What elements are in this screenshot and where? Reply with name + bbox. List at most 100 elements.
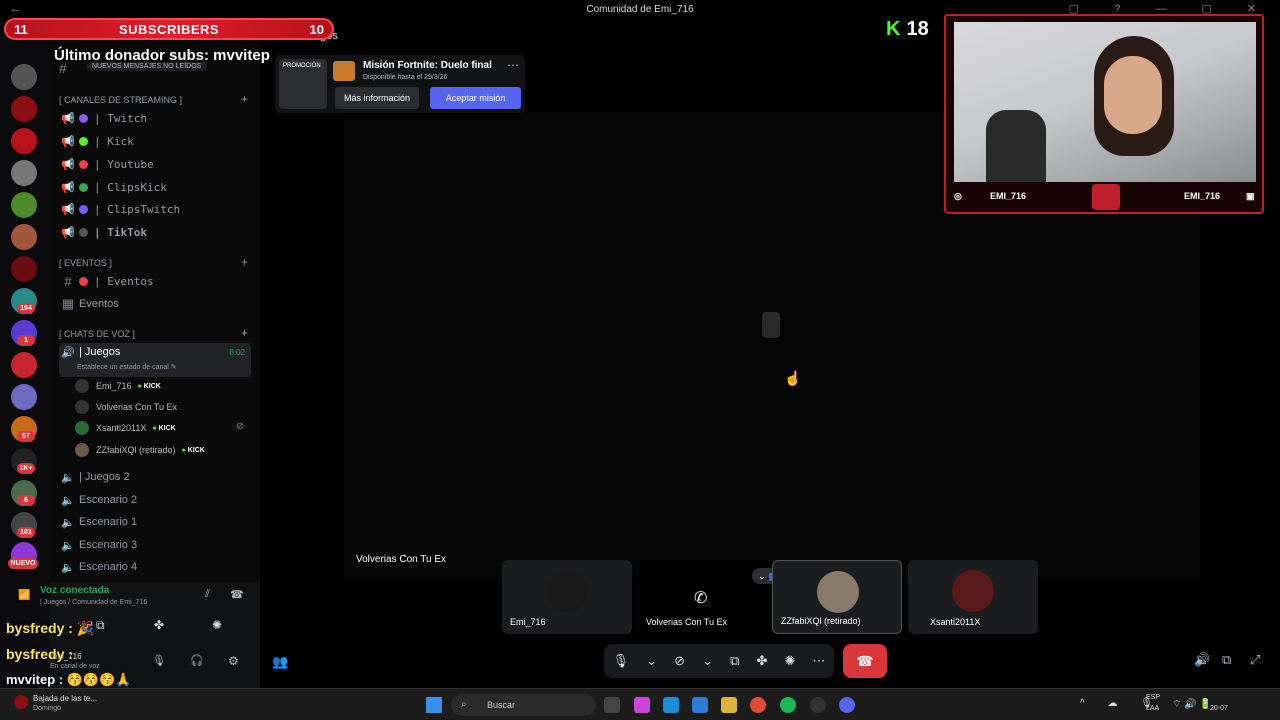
server-icon[interactable]: [11, 64, 37, 90]
more-options-icon[interactable]: ⋯: [507, 58, 519, 72]
mic-icon[interactable]: 🎙: [152, 654, 166, 667]
voice-channel-escenario-4[interactable]: 🔈 Escenario 4: [59, 557, 251, 577]
channel-status[interactable]: Establece un estado de canal ✎: [77, 363, 177, 371]
channel-logo: [1092, 184, 1120, 210]
camera-off-icon[interactable]: ⊘: [674, 653, 685, 669]
chair: [986, 110, 1046, 184]
wifi-volume-icons[interactable]: ⌔ 🔊 🔋: [1172, 698, 1212, 711]
popout-icon[interactable]: ⧉: [1222, 652, 1231, 668]
channel-youtube[interactable]: 📢 | Youtube: [59, 154, 251, 174]
server-icon[interactable]: [11, 96, 37, 122]
server-icon[interactable]: [11, 352, 37, 378]
discord-icon[interactable]: [839, 697, 855, 713]
signal-icon[interactable]: 📶: [18, 590, 30, 601]
server-icon[interactable]: [11, 128, 37, 154]
voice-location[interactable]: | Juegos / Comunidad de Emi_716: [40, 599, 147, 606]
voice-channel-escenario-3[interactable]: 🔈 Escenario 3: [59, 535, 251, 555]
megaphone-icon: 📢: [61, 158, 75, 171]
category-voz[interactable]: [ CHATS DE VOZ ]: [59, 329, 135, 339]
more-info-button[interactable]: Más información: [335, 87, 419, 109]
megaphone-icon: 📢: [61, 181, 75, 194]
category-streaming[interactable]: [ CANALES DE STREAMING ]: [59, 95, 182, 105]
voice-channel-juegos-2[interactable]: 🔈 | Juegos 2: [59, 467, 251, 487]
language-indicator[interactable]: ESP: [1146, 694, 1160, 701]
chrome-icon[interactable]: [750, 697, 766, 713]
speaker-icon: 🔈: [61, 494, 75, 507]
soundboard-icon[interactable]: ✺: [784, 653, 795, 669]
participant-tile[interactable]: Emi_716: [502, 560, 632, 634]
channel-eventos[interactable]: # | Eventos: [59, 271, 251, 291]
voice-channel-escenario-2[interactable]: 🔈 Escenario 2: [59, 490, 251, 510]
add-channel-icon[interactable]: +: [241, 92, 248, 106]
server-icon[interactable]: [11, 256, 37, 282]
clock-date[interactable]: 20-07: [1210, 705, 1228, 712]
screen-share-icon[interactable]: ⧉: [96, 618, 105, 633]
fullscreen-icon[interactable]: ⤢: [1250, 652, 1260, 668]
spotify-icon[interactable]: [780, 697, 796, 713]
megaphone-icon: 📢: [61, 226, 75, 239]
channel-clipskick[interactable]: 📢 | ClipsKick: [59, 177, 251, 197]
volume-icon[interactable]: 🔊: [1194, 652, 1210, 668]
disconnect-icon[interactable]: ☎: [230, 588, 244, 601]
voice-member[interactable]: Emi_716 ● KICK: [75, 377, 161, 395]
chevron-down-icon[interactable]: ⌄: [702, 653, 713, 669]
voice-member[interactable]: Volverias Con Tu Ex: [75, 398, 177, 416]
participant-tile[interactable]: Xsanti2011X: [908, 560, 1038, 634]
more-icon[interactable]: ⋯: [812, 653, 825, 669]
channel-clipstwitch[interactable]: 📢 | ClipsTwitch: [59, 199, 251, 219]
channel-tiktok[interactable]: 📢 | TikTok: [59, 222, 251, 242]
participant-tile[interactable]: ZZfabiXQl (retirado): [772, 560, 902, 634]
server-badge: 6: [17, 495, 35, 506]
server-icon[interactable]: [11, 384, 37, 410]
soundboard-icon[interactable]: ✺: [212, 618, 222, 632]
voice-member[interactable]: Xsanti2011X ● KICK: [75, 419, 176, 437]
copilot-icon[interactable]: [634, 697, 650, 713]
megaphone-icon: 📢: [61, 203, 75, 216]
chat-icon: ▣: [1246, 191, 1255, 201]
events-link[interactable]: ▦ Eventos: [59, 294, 251, 314]
settings-gear-icon[interactable]: ⚙: [228, 654, 239, 668]
headphones-icon[interactable]: 🎧: [190, 654, 204, 667]
twitch-icon: [79, 113, 88, 123]
voice-member[interactable]: ZZfabiXQl (retirado) ● KICK: [75, 441, 205, 459]
new-messages-banner[interactable]: NUEVOS MENSAJES NO LEÍDOS: [86, 62, 208, 71]
store-icon[interactable]: [692, 697, 708, 713]
cam-handle-left: EMI_716: [990, 191, 1027, 201]
participant-tile[interactable]: ✆ Volverias Con Tu Ex: [638, 560, 768, 634]
accept-quest-button[interactable]: Aceptar misión: [430, 87, 521, 109]
clips-icon: [79, 182, 88, 192]
voice-channel-juegos[interactable]: 🔊 | Juegos 8:02 Establece un estado de c…: [59, 343, 251, 377]
file-explorer-icon[interactable]: [721, 697, 737, 713]
noise-suppression-icon[interactable]: ⫽: [205, 588, 210, 601]
activities-icon[interactable]: ✤: [756, 653, 767, 669]
add-channel-icon[interactable]: +: [241, 255, 248, 269]
channel-twitch[interactable]: 📢 | Twitch: [59, 108, 251, 128]
add-channel-icon[interactable]: +: [241, 326, 248, 340]
activities-icon[interactable]: ✤: [154, 618, 164, 632]
screen-share-icon[interactable]: ⧉: [730, 653, 739, 669]
server-icon[interactable]: [11, 192, 37, 218]
voice-channel-escenario-1[interactable]: 🔈 Escenario 1: [59, 512, 251, 532]
clips-icon: [79, 204, 88, 214]
subscribers-goal-bar: 11 SUBSCRIBERS 10: [4, 18, 334, 40]
notification-icon[interactable]: [14, 695, 28, 709]
mic-icon[interactable]: 🎙: [613, 653, 630, 669]
server-badge: 1K+: [17, 463, 35, 474]
speaker-icon: 🔊: [61, 347, 75, 359]
server-icon[interactable]: [11, 160, 37, 186]
channel-kick[interactable]: 📢 | Kick: [59, 131, 251, 151]
windows-start-icon[interactable]: [426, 697, 442, 713]
speaker-icon: 🔈: [61, 561, 75, 574]
overlay-chat-line: mvvitep : 😚😚😚🙏: [6, 672, 132, 687]
taskbar-search[interactable]: ⌕ Buscar: [451, 694, 596, 716]
task-view-icon[interactable]: [604, 697, 620, 713]
category-eventos[interactable]: [ EVENTOS ]: [59, 258, 112, 268]
server-icon[interactable]: [11, 224, 37, 250]
chevron-down-icon[interactable]: ⌄: [646, 653, 657, 669]
edge-icon[interactable]: [663, 697, 679, 713]
webcam-overlay: ◎ EMI_716 EMI_716 ▣: [944, 14, 1264, 214]
invite-people-icon[interactable]: 👥: [272, 654, 288, 670]
app-icon[interactable]: [810, 697, 826, 713]
notification-title[interactable]: Bajada de las te...: [33, 694, 97, 703]
hang-up-button[interactable]: ☎: [843, 644, 887, 678]
